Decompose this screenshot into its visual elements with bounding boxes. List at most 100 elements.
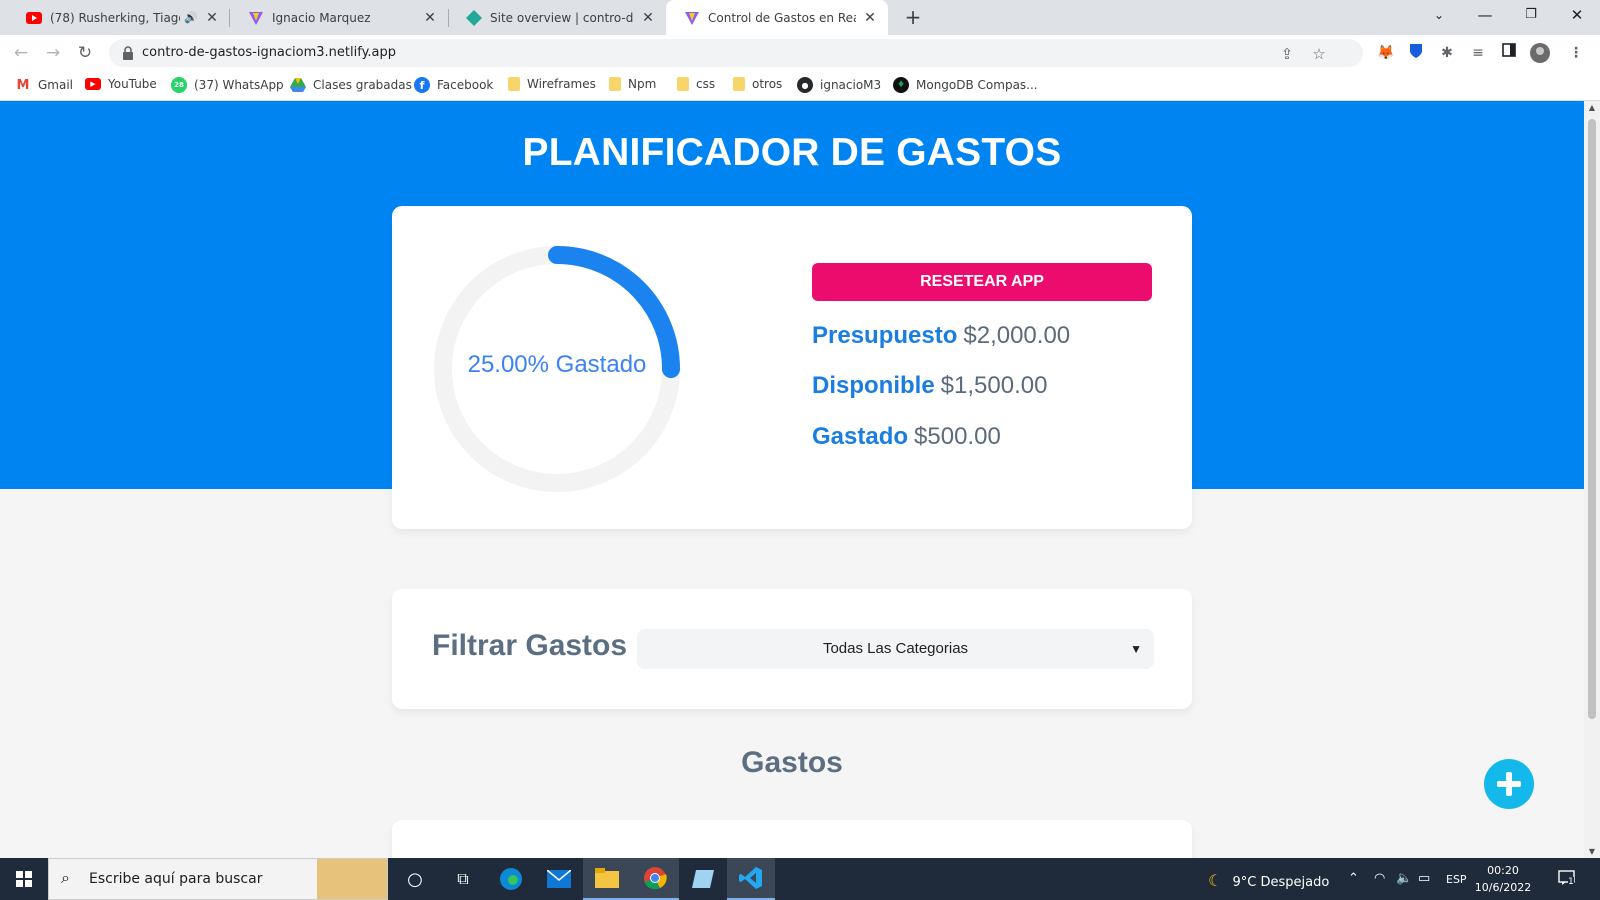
- menu-kebab-icon[interactable]: ⋮: [1566, 43, 1586, 63]
- bookmarks-bar: M Gmail ▶ YouTube 28 (37) WhatsApp Clase…: [0, 71, 1600, 101]
- language-indicator[interactable]: ESP: [1446, 873, 1467, 886]
- extensions-icon[interactable]: ✱: [1437, 43, 1457, 63]
- tab-netlify[interactable]: Site overview | contro-de-gas ✕: [448, 0, 666, 35]
- search-icon: ⌕: [61, 868, 70, 887]
- tab-search-icon[interactable]: ⌄: [1416, 0, 1462, 35]
- metamask-icon[interactable]: 🦊: [1376, 43, 1396, 63]
- gmail-icon: M: [16, 77, 30, 93]
- tab-ignacio[interactable]: Ignacio Marquez ✕: [230, 0, 448, 35]
- folder-icon: [609, 77, 621, 91]
- new-tab-button[interactable]: +: [900, 5, 926, 31]
- browser-toolbar: ← → ↻ contro-de-gastos-ignaciom3.netlify…: [0, 35, 1600, 71]
- address-bar[interactable]: contro-de-gastos-ignaciom3.netlify.app ⇪…: [109, 39, 1363, 67]
- page-scrollbar[interactable]: ▲ ▼: [1584, 101, 1600, 858]
- disponible-value: $1,500.00: [940, 372, 1048, 399]
- bookmark-gmail[interactable]: M Gmail: [15, 77, 73, 93]
- bookmark-github[interactable]: ● ignacioM3: [797, 77, 881, 93]
- folder-icon: [508, 77, 520, 91]
- tab-control-gastos[interactable]: Control de Gastos en React ✕: [666, 0, 888, 35]
- minimize-button[interactable]: —: [1462, 0, 1508, 35]
- chevron-up-icon[interactable]: ⌃: [1348, 871, 1359, 886]
- wifi-icon[interactable]: ◠: [1374, 871, 1385, 886]
- cortana-icon[interactable]: ○: [391, 858, 439, 900]
- file-explorer-icon[interactable]: [583, 858, 631, 900]
- bookmark-label: Clases grabadas: [313, 78, 412, 92]
- presupuesto-value: $2,000.00: [963, 322, 1071, 349]
- add-expense-button[interactable]: [1484, 759, 1534, 809]
- bookmark-npm[interactable]: Npm: [609, 77, 656, 91]
- bookmark-wireframes[interactable]: Wireframes: [508, 77, 596, 91]
- edge-icon[interactable]: [487, 858, 535, 900]
- bookmark-otros[interactable]: otros: [733, 77, 782, 91]
- bookmark-label: Npm: [628, 77, 657, 91]
- vite-icon: [684, 10, 700, 26]
- presupuesto-stat: Presupuesto $2,000.00: [812, 322, 1070, 350]
- google-drive-icon: [290, 77, 306, 93]
- close-tab-icon[interactable]: ✕: [862, 10, 878, 26]
- tab-youtube[interactable]: (78) Rusherking, Tiago PZ 🔊 ✕: [8, 0, 230, 35]
- bookmark-label: (37) WhatsApp: [194, 78, 284, 92]
- tab-title: (78) Rusherking, Tiago PZ: [50, 10, 180, 25]
- bookmark-label: ignacioM3: [820, 78, 882, 92]
- tab-title: Control de Gastos en React: [708, 10, 856, 25]
- weather-widget[interactable]: ☾ 9°C Despejado: [1208, 871, 1329, 890]
- volume-icon[interactable]: 🔈: [1396, 871, 1412, 886]
- bookmark-youtube[interactable]: ▶ YouTube: [85, 77, 157, 91]
- close-window-button[interactable]: ✕: [1554, 0, 1600, 35]
- bookmark-label: Facebook: [437, 78, 494, 92]
- disponible-stat: Disponible $1,500.00: [812, 372, 1047, 400]
- mongodb-icon: ♦: [893, 77, 909, 93]
- scrollbar-thumb[interactable]: [1588, 119, 1596, 719]
- close-tab-icon[interactable]: ✕: [422, 10, 438, 26]
- lock-icon[interactable]: [121, 45, 135, 61]
- vscode-icon[interactable]: [727, 858, 775, 900]
- reading-list-icon[interactable]: ≡: [1468, 43, 1488, 63]
- folder-icon: [733, 77, 745, 91]
- close-tab-icon[interactable]: ✕: [204, 10, 220, 26]
- close-tab-icon[interactable]: ✕: [640, 10, 656, 26]
- mail-icon[interactable]: [535, 858, 583, 900]
- bookmark-clases-grabadas[interactable]: Clases grabadas: [290, 77, 412, 93]
- reset-app-button[interactable]: RESETEAR APP: [812, 263, 1152, 301]
- battery-icon[interactable]: ▭: [1418, 871, 1430, 886]
- disponible-label: Disponible: [812, 372, 935, 399]
- url-text[interactable]: contro-de-gastos-ignaciom3.netlify.app: [142, 45, 396, 60]
- tab-title: Ignacio Marquez: [272, 10, 371, 25]
- scroll-up-arrow[interactable]: ▲: [1584, 103, 1600, 112]
- bookmark-facebook[interactable]: f Facebook: [414, 77, 493, 93]
- category-select[interactable]: Todas Las Categorias ▼: [637, 629, 1154, 669]
- web-page: PLANIFICADOR DE GASTOS 25.00% Gastado RE…: [0, 101, 1584, 858]
- weather-text: 9°C Despejado: [1232, 875, 1330, 890]
- bookmark-mongodb[interactable]: ♦ MongoDB Compas...: [893, 77, 1038, 93]
- chrome-icon[interactable]: [631, 858, 679, 900]
- audio-icon[interactable]: 🔊: [184, 11, 198, 24]
- scroll-down-arrow[interactable]: ▼: [1584, 847, 1600, 856]
- netlify-icon: [466, 9, 482, 26]
- presupuesto-label: Presupuesto: [812, 322, 958, 349]
- bookmark-star-icon[interactable]: ☆: [1310, 45, 1328, 63]
- share-icon[interactable]: ⇪: [1278, 45, 1296, 63]
- bitwarden-icon[interactable]: [1406, 43, 1426, 63]
- back-icon[interactable]: ←: [9, 41, 33, 65]
- gastos-heading: Gastos: [741, 746, 843, 779]
- taskbar-search[interactable]: ⌕ Escribe aquí para buscar: [48, 858, 388, 900]
- notifications-icon[interactable]: 1: [1558, 869, 1576, 891]
- clock[interactable]: 00:20 10/6/2022: [1468, 862, 1538, 896]
- moon-icon: ☾: [1208, 871, 1223, 890]
- side-panel-icon[interactable]: [1499, 43, 1519, 63]
- windows-start-icon[interactable]: [0, 858, 48, 900]
- reload-icon[interactable]: ↻: [73, 41, 97, 65]
- bookmark-label: Gmail: [38, 78, 74, 92]
- youtube-icon: ▶: [85, 78, 101, 90]
- search-highlight-image: [317, 859, 387, 899]
- gastado-stat: Gastado $500.00: [812, 423, 1001, 451]
- bookmark-whatsapp[interactable]: 28 (37) WhatsApp: [171, 77, 284, 93]
- restore-button[interactable]: ❐: [1508, 0, 1554, 35]
- profile-avatar[interactable]: [1530, 43, 1550, 63]
- forward-icon[interactable]: →: [41, 41, 65, 65]
- notes-app-icon[interactable]: [679, 858, 727, 900]
- bookmark-css[interactable]: css: [677, 77, 715, 91]
- task-view-icon[interactable]: ⧉: [439, 858, 487, 900]
- bookmark-label: YouTube: [108, 77, 157, 91]
- bookmark-label: Wireframes: [527, 77, 596, 91]
